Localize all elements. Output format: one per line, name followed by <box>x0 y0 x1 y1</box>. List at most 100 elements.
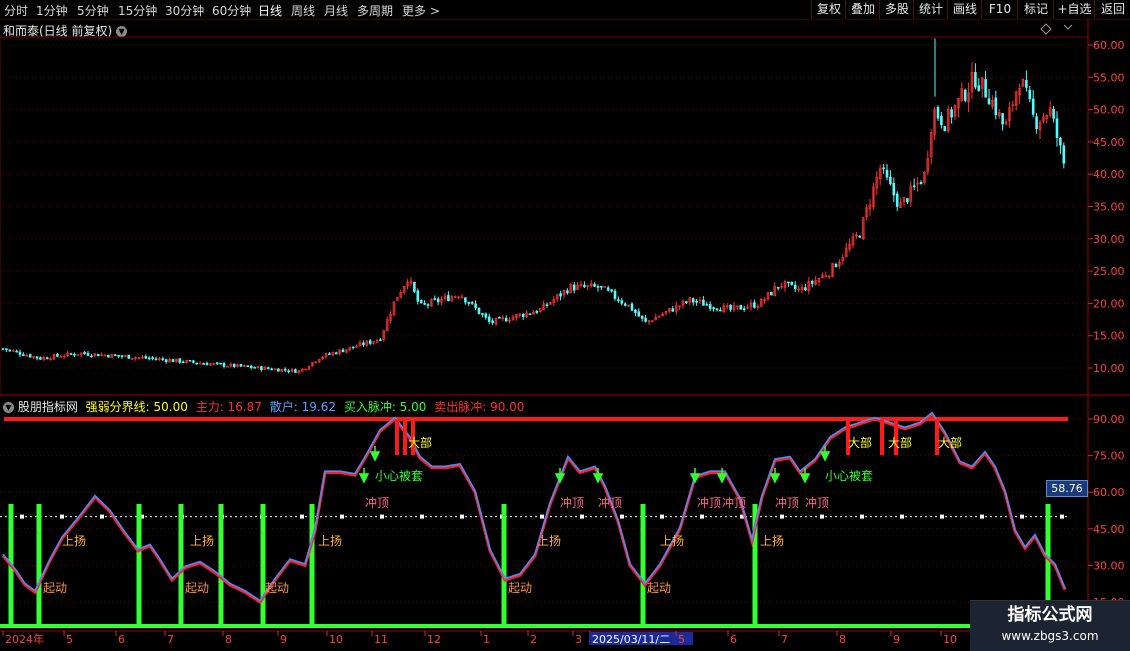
date-label-18: 10 <box>943 633 957 646</box>
mark-button[interactable]: 标记 <box>1017 0 1054 19</box>
chevron-down-icon[interactable]: ▼ <box>116 26 128 37</box>
candle-body <box>841 257 845 261</box>
date-label-0: 2024年 <box>5 632 44 646</box>
chevron-down-icon[interactable] <box>1063 24 1073 30</box>
signal-label-top: 大部 <box>888 435 912 450</box>
strength-marker <box>620 514 624 519</box>
strength-marker <box>780 514 784 519</box>
candle-body <box>589 283 593 287</box>
candle-body <box>780 286 783 288</box>
candle-body <box>147 357 151 360</box>
candle-body <box>596 286 600 288</box>
back-button[interactable]: 返回 <box>1094 0 1130 19</box>
candle-body <box>875 176 879 189</box>
candle-body <box>702 299 705 306</box>
period-multi[interactable]: 多周期 <box>357 2 393 19</box>
period-more[interactable]: 更多 > <box>402 2 440 19</box>
param-buy-pulse: 买入脉冲: 5.00 <box>343 400 427 414</box>
indicator-axis-label-4: 30.00 <box>1093 559 1125 572</box>
candle-body <box>868 204 872 210</box>
candle-body <box>1042 116 1045 122</box>
candle-body <box>474 303 477 309</box>
candle-body <box>256 366 260 369</box>
candle-body <box>634 309 637 313</box>
candle-body <box>321 356 324 360</box>
candle-body <box>729 304 732 310</box>
candle-body <box>916 182 919 185</box>
add-watchlist-button[interactable]: +自选 <box>1053 0 1095 19</box>
multi-stock-button[interactable]: 多股 <box>879 0 914 19</box>
candle-body <box>76 354 80 356</box>
candle-body <box>542 303 545 310</box>
candle-body <box>586 285 590 287</box>
period-fenshi[interactable]: 分时 <box>4 2 28 19</box>
candle-body <box>651 320 654 323</box>
candle-body <box>351 346 355 349</box>
candle-body <box>141 356 144 359</box>
date-label-14: 6 <box>730 633 737 646</box>
candle-body <box>974 72 977 88</box>
signal-label-careful: 小心被套 <box>825 469 873 483</box>
candle-body <box>793 284 797 290</box>
candle-body <box>593 284 596 287</box>
candle-body <box>96 353 100 357</box>
strength-marker <box>460 514 464 519</box>
stock-title: 和而泰(日线 前复权) <box>3 24 113 38</box>
candle-body <box>1055 118 1059 138</box>
signal-label-rush: 冲顶 <box>560 495 584 510</box>
date-label-5: 9 <box>280 633 287 646</box>
period-1min[interactable]: 1分钟 <box>36 2 68 19</box>
candle-body <box>134 357 137 359</box>
period-15min[interactable]: 15分钟 <box>118 2 157 19</box>
watermark-url: www.zbgs3.com <box>1001 629 1099 643</box>
overlay-button[interactable]: 叠加 <box>845 0 880 19</box>
period-monthly[interactable]: 月线 <box>324 2 348 19</box>
period-5min[interactable]: 5分钟 <box>77 2 109 19</box>
candle-body <box>413 281 416 292</box>
candle-body <box>515 314 518 319</box>
candle-body <box>600 285 603 288</box>
period-daily[interactable]: 日线 <box>258 2 282 19</box>
diamond-icon[interactable] <box>1040 23 1052 35</box>
price-label-4: 40.00 <box>1093 168 1125 181</box>
date-label-8: 12 <box>427 633 441 646</box>
main-force-line <box>1 411 1067 605</box>
candle-body <box>644 317 647 322</box>
candle-body <box>538 308 542 313</box>
period-30min[interactable]: 30分钟 <box>165 2 204 19</box>
candle-body <box>372 341 375 344</box>
candle-body <box>1028 89 1032 100</box>
chevron-down-icon[interactable]: ▼ <box>3 402 14 413</box>
candle-body <box>154 358 158 361</box>
candle-body <box>409 280 413 284</box>
candle-body <box>807 281 811 292</box>
date-label-16: 8 <box>839 633 846 646</box>
restore-rights-button[interactable]: 复权 <box>811 0 846 19</box>
candle-body <box>328 353 331 356</box>
candle-body <box>698 299 702 302</box>
period-60min[interactable]: 60分钟 <box>212 2 251 19</box>
strength-marker <box>380 514 384 519</box>
candle-body <box>831 263 834 277</box>
candle-body <box>617 299 620 302</box>
candle-body <box>1048 107 1052 116</box>
candle-body <box>280 369 284 372</box>
f10-button[interactable]: F10 <box>981 0 1018 19</box>
candle-body <box>715 308 719 311</box>
candle-body <box>107 354 110 358</box>
draw-line-button[interactable]: 画线 <box>947 0 982 19</box>
statistics-button[interactable]: 统计 <box>913 0 948 19</box>
candle-body <box>1038 122 1042 131</box>
candle-body <box>681 300 685 306</box>
period-weekly[interactable]: 周线 <box>291 2 315 19</box>
strength-marker <box>860 514 864 519</box>
strength-marker <box>220 514 224 519</box>
candle-body <box>419 300 423 304</box>
param-retail: 散户: 19.62 <box>269 400 336 414</box>
candle-body <box>236 364 239 367</box>
candle-body <box>858 235 862 238</box>
signal-label-rise: 上扬 <box>190 533 214 548</box>
candle-body <box>270 368 273 371</box>
candle-body <box>895 193 899 207</box>
date-label-12: 2025/03/11/二 <box>592 633 670 646</box>
